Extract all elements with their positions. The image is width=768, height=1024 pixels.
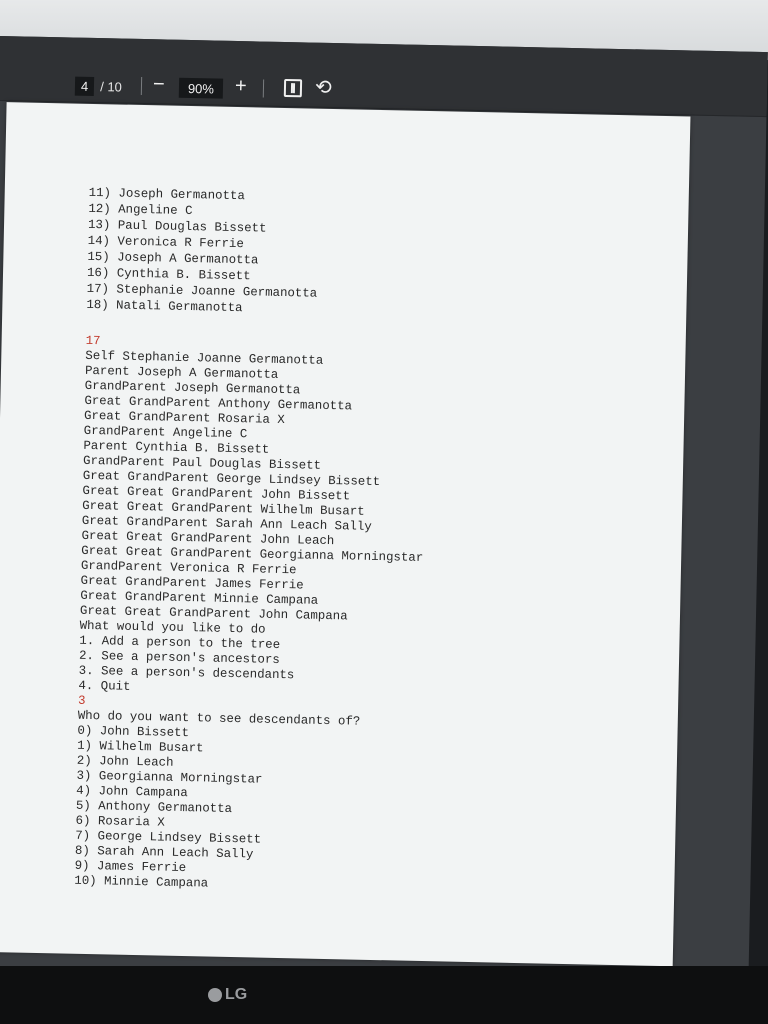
- menu-line: 4. Quit: [78, 678, 131, 694]
- zoom-in-button[interactable]: +: [235, 75, 247, 97]
- menu-list-line: 12) Angeline C: [88, 201, 193, 219]
- zoom-level-input[interactable]: 90%: [178, 77, 224, 99]
- current-page-input[interactable]: 4: [74, 76, 95, 96]
- monitor-screen: 4 / 10 − 90% + ⟲ 11) Joseph Germanotta 12…: [0, 36, 768, 986]
- user-input-line: 17: [85, 333, 101, 349]
- pdf-page: 11) Joseph Germanotta 12) Angeline C 13) P…: [0, 102, 691, 967]
- zoom-out-button[interactable]: −: [153, 73, 165, 95]
- rotate-icon[interactable]: ⟲: [315, 75, 332, 100]
- menu-list-line: 18) Natali Germanotta: [86, 297, 243, 316]
- monitor-bezel: [0, 966, 768, 1024]
- total-pages: / 10: [100, 78, 123, 95]
- descendant-option-line: 10) Minnie Campana: [74, 873, 209, 891]
- fit-page-icon[interactable]: [283, 78, 303, 98]
- user-input-line: 3: [77, 693, 86, 708]
- lg-logo-icon: [208, 988, 222, 1002]
- page-indicator: 4 / 10: [74, 76, 123, 97]
- toolbar-divider: [262, 79, 265, 98]
- toolbar-divider: [140, 76, 143, 95]
- monitor-logo: LG: [208, 986, 247, 1004]
- brand-label: LG: [225, 986, 248, 1003]
